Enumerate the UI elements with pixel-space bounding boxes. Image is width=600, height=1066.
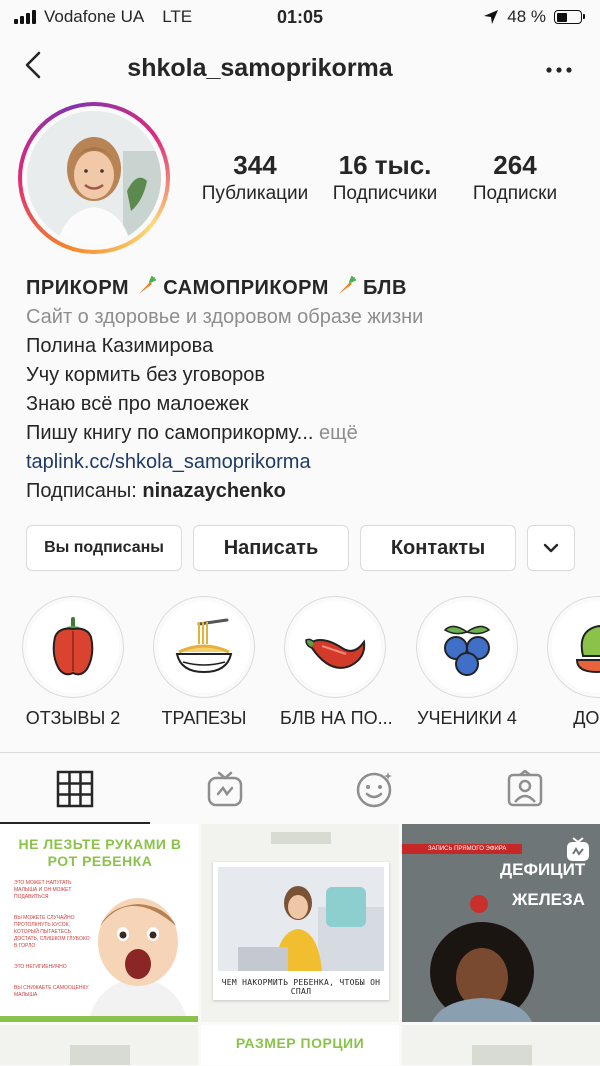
photo-frame: ЧЕМ НАКОРМИТЬ РЕБЕНКА, ЧТОБЫ ОН СПАЛ bbox=[213, 862, 389, 1000]
bio-title-part: ПРИКОРМ bbox=[26, 277, 130, 299]
blueberries-icon bbox=[443, 625, 491, 676]
post-thumbnail[interactable] bbox=[402, 1025, 600, 1065]
post-caption: РАЗМЕР ПОРЦИИ bbox=[235, 1035, 365, 1051]
grid-icon bbox=[56, 770, 94, 807]
stat-label: Подписки bbox=[472, 183, 558, 204]
battery-icon bbox=[554, 10, 585, 24]
girl-photo bbox=[430, 895, 534, 1022]
followed-by-user: ninazaychenko bbox=[142, 480, 286, 502]
tab-tagged[interactable] bbox=[450, 753, 600, 824]
bio-title: ПРИКОРМ САМОПРИКОРМ БЛВ bbox=[26, 274, 586, 303]
post-footer-bar bbox=[0, 1016, 198, 1022]
status-right: 48 % bbox=[483, 7, 585, 27]
igtv-badge bbox=[566, 836, 590, 867]
woman-photo bbox=[218, 867, 384, 971]
more-dots-icon bbox=[546, 67, 572, 73]
stat-value: 264 bbox=[493, 150, 537, 180]
post-thumbnail[interactable]: РАЗМЕР ПОРЦИИ bbox=[201, 1025, 399, 1065]
highlight-item[interactable]: ДОЧЬ bbox=[543, 596, 600, 729]
nav-bar: shkola_samoprikorma bbox=[0, 40, 600, 96]
story-ring[interactable] bbox=[18, 102, 170, 254]
bio-website-link[interactable]: taplink.cc/shkola_samoprikorma bbox=[26, 448, 586, 477]
highlight-item[interactable]: БЛВ НА ПО... bbox=[280, 596, 393, 729]
tab-reels[interactable] bbox=[300, 753, 450, 824]
stat-value: 344 bbox=[233, 150, 277, 180]
reels-icon bbox=[356, 771, 392, 807]
location-arrow-icon bbox=[484, 10, 499, 24]
bio-category: Сайт о здоровье и здоровом образе жизни bbox=[26, 306, 424, 328]
chili-pepper-icon bbox=[305, 638, 366, 669]
bell-pepper-icon bbox=[52, 617, 94, 676]
tab-posts-grid[interactable] bbox=[0, 753, 150, 824]
tape-decoration bbox=[271, 832, 331, 844]
following-button[interactable]: Вы подписаны bbox=[26, 525, 182, 571]
story-highlights: ОТЗЫВЫ 2 ТРАПЕЗЫ БЛВ НА ПО... УЧЕНИКИ 4 … bbox=[0, 596, 600, 736]
bio-title-part: САМОПРИКОРМ bbox=[163, 277, 329, 299]
highlight-label: УЧЕНИКИ 4 bbox=[417, 708, 517, 728]
battery-percent: 48 % bbox=[507, 7, 546, 26]
profile-bio: ПРИКОРМ САМОПРИКОРМ БЛВ Сайт о здоровье … bbox=[26, 274, 586, 506]
carrot-icon bbox=[139, 276, 157, 294]
post-caption: ЧЕМ НАКОРМИТЬ РЕБЕНКА, ЧТОБЫ ОН СПАЛ bbox=[221, 978, 381, 996]
more-options-button[interactable] bbox=[546, 54, 572, 80]
igtv-icon bbox=[207, 771, 243, 806]
message-button[interactable]: Написать bbox=[193, 525, 349, 571]
followed-by[interactable]: Подписаны: ninazaychenko bbox=[26, 477, 586, 506]
bio-more-link[interactable]: ещё bbox=[319, 422, 358, 444]
spaghetti-icon bbox=[175, 618, 233, 674]
highlight-label: ДОЧЬ bbox=[573, 708, 600, 728]
toddler-photo bbox=[88, 898, 188, 1022]
highlight-item[interactable]: ТРАПЕЗЫ bbox=[149, 596, 259, 729]
chevron-down-icon bbox=[543, 543, 559, 553]
highlight-label: ОТЗЫВЫ 2 bbox=[25, 708, 121, 728]
highlight-label: ТРАПЕЗЫ bbox=[161, 708, 247, 728]
profile-stats: 344 Публикации 16 тыс. Подписчики 264 По… bbox=[190, 150, 580, 205]
profile-username: shkola_samoprikorma bbox=[127, 54, 393, 82]
igtv-icon bbox=[567, 837, 589, 861]
post-thumbnail[interactable]: ЗАПИСЬ ПРЯМОГО ЭФИРА ДЕФИЦИТ ЖЕЛЕЗА bbox=[402, 824, 600, 1022]
followed-by-label: Подписаны: bbox=[26, 480, 137, 502]
post-thumbnail[interactable]: НЕ ЛЕЗЬТЕ РУКАМИ В РОТ РЕБЕНКА ЭТО МОЖЕТ… bbox=[0, 824, 198, 1022]
stat-posts[interactable]: 344 Публикации bbox=[190, 150, 320, 205]
post-heading: НЕ ЛЕЗЬТЕ РУКАМИ В РОТ РЕБЕНКА bbox=[18, 836, 182, 869]
stat-label: Публикации bbox=[201, 183, 309, 204]
post-thumbnail[interactable] bbox=[0, 1025, 198, 1065]
profile-actions: Вы подписаны Написать Контакты bbox=[26, 525, 575, 571]
bio-line: Пишу книгу по самоприкорму... bbox=[26, 422, 314, 444]
tape-decoration bbox=[472, 1045, 532, 1065]
status-bar: Vodafone UA LTE 01:05 48 % bbox=[0, 0, 600, 36]
bio-line: Учу кормить без уговоров bbox=[26, 364, 265, 386]
stat-label: Подписчики bbox=[332, 183, 438, 204]
highlight-item[interactable]: ОТЗЫВЫ 2 bbox=[18, 596, 128, 729]
highlight-item[interactable]: УЧЕНИКИ 4 bbox=[412, 596, 522, 729]
highlight-label: БЛВ НА ПО... bbox=[280, 708, 393, 728]
avatar bbox=[27, 111, 161, 245]
vegetables-icon bbox=[575, 624, 600, 674]
bio-line: Знаю всё про малоежек bbox=[26, 393, 249, 415]
bio-line-last: Пишу книгу по самоприкорму... ещё bbox=[26, 419, 586, 448]
tab-igtv[interactable] bbox=[150, 753, 300, 824]
tape-decoration bbox=[70, 1045, 130, 1065]
suggested-toggle-button[interactable] bbox=[527, 525, 575, 571]
post-thumbnail[interactable]: ЧЕМ НАКОРМИТЬ РЕБЕНКА, ЧТОБЫ ОН СПАЛ bbox=[201, 824, 399, 1022]
stat-followers[interactable]: 16 тыс. Подписчики bbox=[320, 150, 450, 205]
stat-following[interactable]: 264 Подписки bbox=[450, 150, 580, 205]
post-tag: ЗАПИСЬ ПРЯМОГО ЭФИРА bbox=[402, 844, 522, 854]
profile-tabs bbox=[0, 752, 600, 824]
bio-title-part: БЛВ bbox=[363, 277, 407, 299]
carrot-icon bbox=[338, 276, 356, 294]
stat-value: 16 тыс. bbox=[338, 150, 432, 180]
bio-line: Полина Казимирова bbox=[26, 335, 214, 357]
tagged-icon bbox=[507, 769, 543, 806]
contacts-button[interactable]: Контакты bbox=[360, 525, 516, 571]
